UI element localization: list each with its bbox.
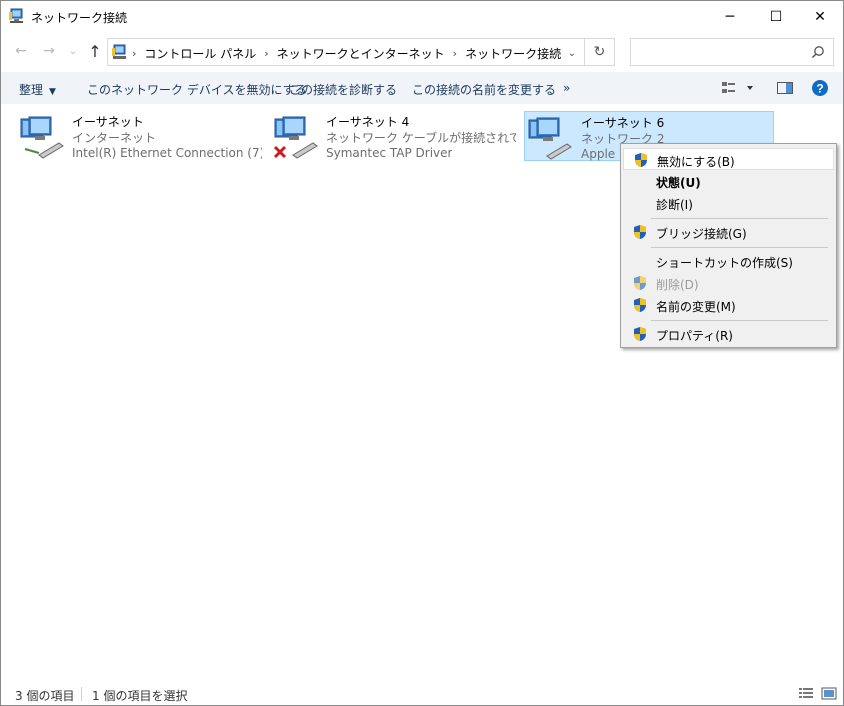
disable-device-button[interactable]: このネットワーク デバイスを無効にする xyxy=(87,81,307,98)
status-divider xyxy=(81,687,82,701)
connection-device: Intel(R) Ethernet Connection (7) I2... xyxy=(72,146,262,160)
control-panel-icon xyxy=(112,44,126,59)
details-view-icon[interactable] xyxy=(798,687,814,700)
close-button[interactable]: ✕ xyxy=(797,1,843,32)
maximize-button[interactable]: ☐ xyxy=(753,1,799,32)
item-count: 3 個の項目 xyxy=(15,689,75,703)
breadcrumb-separator[interactable]: › xyxy=(132,47,136,60)
view-options-icon xyxy=(722,82,753,93)
large-icons-view-icon[interactable] xyxy=(821,687,837,700)
connection-status: ネットワーク ケーブルが接続されていま... xyxy=(326,131,516,145)
back-button[interactable]: ← xyxy=(11,41,31,61)
menu-item-label: ショートカットの作成(S) xyxy=(656,256,793,270)
menu-item-disable[interactable]: 無効にする(B) xyxy=(623,148,834,170)
menu-item-label: ブリッジ接続(G) xyxy=(656,227,747,241)
connection-name: イーサネット xyxy=(72,115,144,129)
menu-separator xyxy=(651,320,828,321)
menu-item-label: 無効にする(B) xyxy=(657,155,735,169)
uac-shield-icon xyxy=(634,298,646,312)
breadcrumb: › コントロール パネル › ネットワークとインターネット › ネットワーク接続 xyxy=(132,45,561,62)
minimize-button[interactable]: ─ xyxy=(707,1,753,32)
help-button[interactable]: ? xyxy=(811,79,829,100)
window: ネットワーク接続 ─ ☐ ✕ ← → ⌄ ↑ › コントロール パネル › ネッ… xyxy=(0,0,844,706)
menu-separator xyxy=(651,218,828,219)
list-item[interactable]: イーサネット インターネット Intel(R) Ethernet Connect… xyxy=(1,111,262,161)
menu-item-bridge[interactable]: ブリッジ接続(G) xyxy=(623,221,834,243)
preview-pane-button[interactable] xyxy=(776,79,794,100)
refresh-button[interactable]: ↻ xyxy=(585,38,615,66)
menu-separator xyxy=(651,247,828,248)
selection-count: 1 個の項目を選択 xyxy=(92,689,188,703)
change-view-button[interactable] xyxy=(721,79,755,100)
breadcrumb-separator[interactable]: › xyxy=(264,47,268,60)
navigation-bar: ← → ⌄ ↑ › コントロール パネル › ネットワークとインターネット › … xyxy=(1,33,843,71)
address-dropdown-button[interactable]: ⌄ xyxy=(562,44,582,62)
search-icon xyxy=(811,46,824,59)
diagnose-button[interactable]: この接続を診断する xyxy=(289,81,397,98)
up-button[interactable]: ↑ xyxy=(85,41,105,61)
window-title: ネットワーク接続 xyxy=(31,11,128,25)
network-adapter-icon xyxy=(20,116,64,159)
organize-label: 整理 xyxy=(19,83,44,97)
network-connections-icon xyxy=(9,8,23,23)
network-adapter-icon xyxy=(528,117,572,160)
menu-item-delete[interactable]: 削除(D) xyxy=(623,272,834,294)
forward-button[interactable]: → xyxy=(39,41,59,61)
menu-item-label: 削除(D) xyxy=(656,278,699,292)
uac-shield-icon xyxy=(634,276,646,290)
context-menu: 無効にする(B) 状態(U) 診断(I) ブリッジ接続(G) ショートカットの作… xyxy=(620,143,837,348)
menu-item-create-shortcut[interactable]: ショートカットの作成(S) xyxy=(623,250,834,272)
connection-name: イーサネット 6 xyxy=(581,116,665,130)
list-item[interactable]: イーサネット 4 ネットワーク ケーブルが接続されていま... Symantec… xyxy=(255,111,516,161)
breadcrumb-control-panel[interactable]: コントロール パネル xyxy=(144,45,256,62)
connection-status: インターネット xyxy=(72,131,157,145)
menu-item-label: プロパティ(R) xyxy=(656,329,733,343)
connection-device: Symantec TAP Driver xyxy=(326,146,453,160)
menu-item-label: 名前の変更(M) xyxy=(656,300,736,314)
menu-item-rename[interactable]: 名前の変更(M) xyxy=(623,294,834,316)
rename-button[interactable]: この接続の名前を変更する xyxy=(412,81,556,98)
svg-text:?: ? xyxy=(816,82,823,96)
help-icon: ? xyxy=(812,80,828,96)
menu-item-label: 診断(I) xyxy=(656,198,693,212)
breadcrumb-separator[interactable]: › xyxy=(453,47,457,60)
uac-shield-icon xyxy=(635,153,647,167)
disconnected-x-icon xyxy=(273,145,287,159)
chevron-down-icon: ▼ xyxy=(49,87,56,97)
connection-name: イーサネット 4 xyxy=(326,115,410,129)
organize-menu[interactable]: 整理 ▼ xyxy=(19,81,56,98)
recent-locations-button[interactable]: ⌄ xyxy=(63,41,83,61)
status-bar: 3 個の項目 1 個の項目を選択 xyxy=(1,681,843,705)
breadcrumb-network-internet[interactable]: ネットワークとインターネット xyxy=(277,45,445,62)
menu-item-label: 状態(U) xyxy=(656,176,701,190)
more-commands-button[interactable]: » xyxy=(563,81,570,95)
command-bar: 整理 ▼ このネットワーク デバイスを無効にする この接続を診断する この接続の名… xyxy=(1,72,843,104)
title-bar: ネットワーク接続 ─ ☐ ✕ xyxy=(1,1,843,32)
uac-shield-icon xyxy=(634,225,646,239)
address-bar[interactable]: › コントロール パネル › ネットワークとインターネット › ネットワーク接続… xyxy=(107,38,585,66)
uac-shield-icon xyxy=(634,327,646,341)
menu-item-status[interactable]: 状態(U) xyxy=(623,170,834,192)
preview-pane-icon xyxy=(777,82,793,94)
menu-item-diagnose[interactable]: 診断(I) xyxy=(623,192,834,214)
breadcrumb-network-connections[interactable]: ネットワーク接続 xyxy=(465,45,561,62)
search-input[interactable] xyxy=(630,38,834,66)
menu-item-properties[interactable]: プロパティ(R) xyxy=(623,323,834,345)
